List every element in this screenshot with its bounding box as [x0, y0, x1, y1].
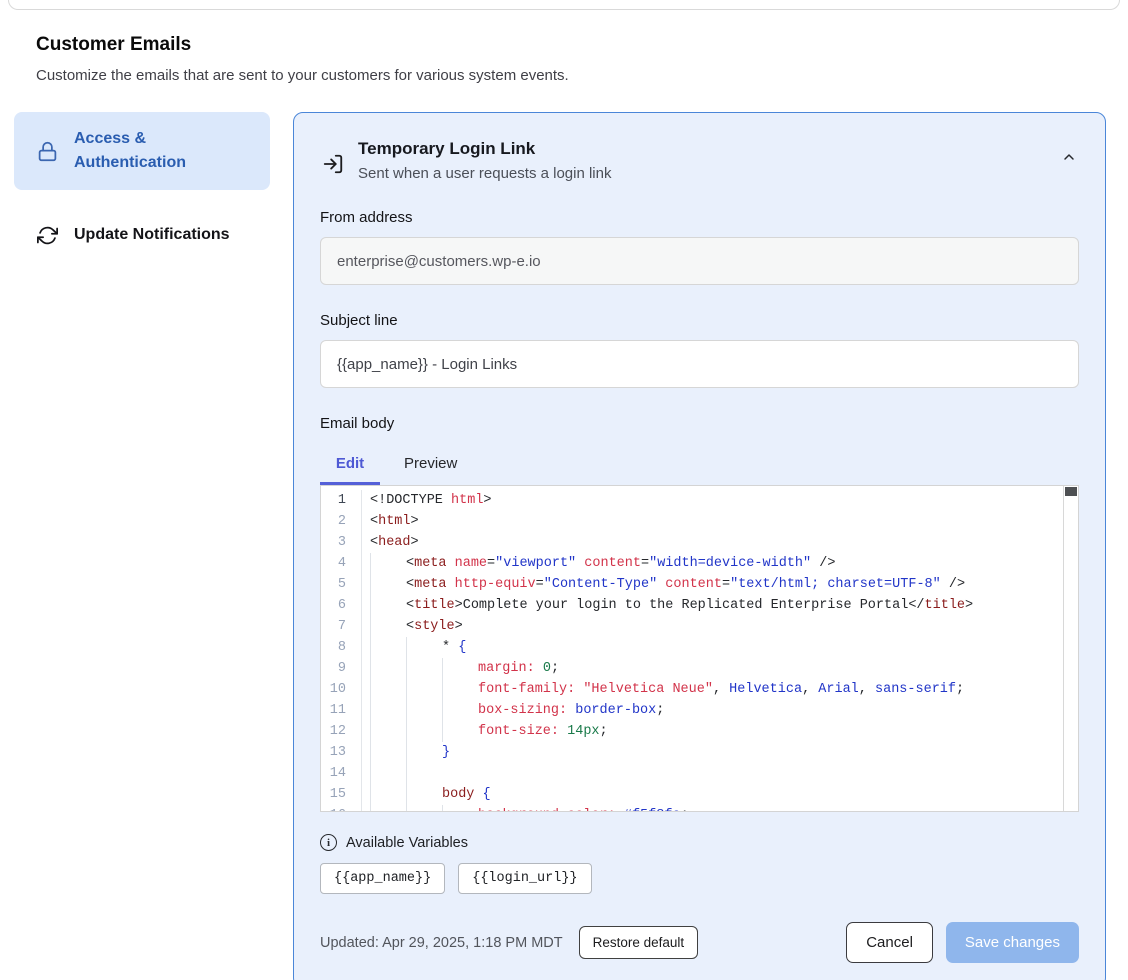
line-number: 15: [321, 784, 362, 805]
tab-preview[interactable]: Preview: [404, 447, 457, 485]
variable-chip-login-url[interactable]: {{login_url}}: [458, 863, 591, 894]
line-number: 6: [321, 595, 362, 616]
available-variables-label: Available Variables: [346, 835, 468, 851]
subject-line-label: Subject line: [320, 312, 1079, 329]
sidebar-item-label: Access & Authentication: [74, 127, 256, 175]
login-icon: [322, 153, 344, 175]
from-address-label: From address: [320, 209, 1079, 226]
info-icon: i: [320, 834, 337, 851]
line-number: 8: [321, 637, 362, 658]
panel-subtitle: Sent when a user requests a login link: [358, 165, 611, 182]
subject-line-input[interactable]: [320, 340, 1079, 388]
line-number: 12: [321, 721, 362, 742]
chevron-up-icon: [1061, 149, 1077, 168]
scrollbar-thumb[interactable]: [1065, 487, 1077, 496]
updated-timestamp: Updated: Apr 29, 2025, 1:18 PM MDT: [320, 935, 563, 951]
tab-edit[interactable]: Edit: [320, 447, 380, 485]
code-line: 14: [321, 763, 1078, 784]
line-number: 10: [321, 679, 362, 700]
content-area: Access & Authentication Update Notificat…: [0, 112, 1128, 980]
line-number: 13: [321, 742, 362, 763]
line-number: 9: [321, 658, 362, 679]
available-variables-row: i Available Variables: [320, 834, 1079, 851]
code-line: 8* {: [321, 637, 1078, 658]
cancel-button[interactable]: Cancel: [846, 922, 933, 963]
code-line: 16background-color: #f5f8fa;: [321, 805, 1078, 812]
sidebar-item-access-authentication[interactable]: Access & Authentication: [14, 112, 270, 190]
panel-header-text: Temporary Login Link Sent when a user re…: [358, 139, 611, 182]
line-number: 3: [321, 532, 362, 553]
sidebar: Access & Authentication Update Notificat…: [14, 112, 270, 262]
code-line: 11box-sizing: border-box;: [321, 700, 1078, 721]
line-number: 2: [321, 511, 362, 532]
sidebar-item-update-notifications[interactable]: Update Notifications: [14, 208, 270, 262]
page-title: Customer Emails: [36, 34, 1128, 56]
variable-chips: {{app_name}} {{login_url}}: [320, 863, 1079, 894]
code-line: 10font-family: "Helvetica Neue", Helveti…: [321, 679, 1078, 700]
page-subtitle: Customize the emails that are sent to yo…: [36, 67, 1128, 84]
line-number: 1: [321, 490, 362, 511]
email-settings-panel: Temporary Login Link Sent when a user re…: [293, 112, 1106, 980]
line-number: 14: [321, 763, 362, 784]
sidebar-item-label: Update Notifications: [74, 223, 230, 247]
line-number: 4: [321, 553, 362, 574]
collapse-button[interactable]: [1061, 149, 1077, 168]
code-line: 5<meta http-equiv="Content-Type" content…: [321, 574, 1078, 595]
code-line: 12font-size: 14px;: [321, 721, 1078, 742]
panel-footer: Updated: Apr 29, 2025, 1:18 PM MDT Resto…: [320, 922, 1079, 963]
code-line: 9margin: 0;: [321, 658, 1078, 679]
code-line: 4<meta name="viewport" content="width=de…: [321, 553, 1078, 574]
code-line: 3<head>: [321, 532, 1078, 553]
panel-header: Temporary Login Link Sent when a user re…: [320, 139, 1079, 182]
code-line: 6<title>Complete your login to the Repli…: [321, 595, 1078, 616]
code-line: 7<style>: [321, 616, 1078, 637]
code-line: 15body {: [321, 784, 1078, 805]
editor-scrollbar[interactable]: [1063, 486, 1078, 811]
email-body-label: Email body: [320, 415, 1079, 432]
line-number: 11: [321, 700, 362, 721]
line-number: 5: [321, 574, 362, 595]
code-line: 1<!DOCTYPE html>: [321, 490, 1078, 511]
code-line: 13}: [321, 742, 1078, 763]
previous-card-bottom-edge: [8, 0, 1120, 10]
from-address-input[interactable]: [320, 237, 1079, 285]
refresh-icon: [37, 225, 58, 246]
line-number: 16: [321, 805, 362, 812]
panel-title: Temporary Login Link: [358, 139, 611, 159]
code-editor[interactable]: 1<!DOCTYPE html>2<html>3<head>4<meta nam…: [320, 485, 1079, 812]
variable-chip-app-name[interactable]: {{app_name}}: [320, 863, 445, 894]
editor-tabs: Edit Preview: [320, 447, 1079, 485]
code-area: 1<!DOCTYPE html>2<html>3<head>4<meta nam…: [321, 490, 1078, 812]
save-changes-button[interactable]: Save changes: [946, 922, 1079, 963]
line-number: 7: [321, 616, 362, 637]
restore-default-button[interactable]: Restore default: [579, 926, 699, 959]
lock-icon: [37, 141, 58, 162]
code-line: 2<html>: [321, 511, 1078, 532]
